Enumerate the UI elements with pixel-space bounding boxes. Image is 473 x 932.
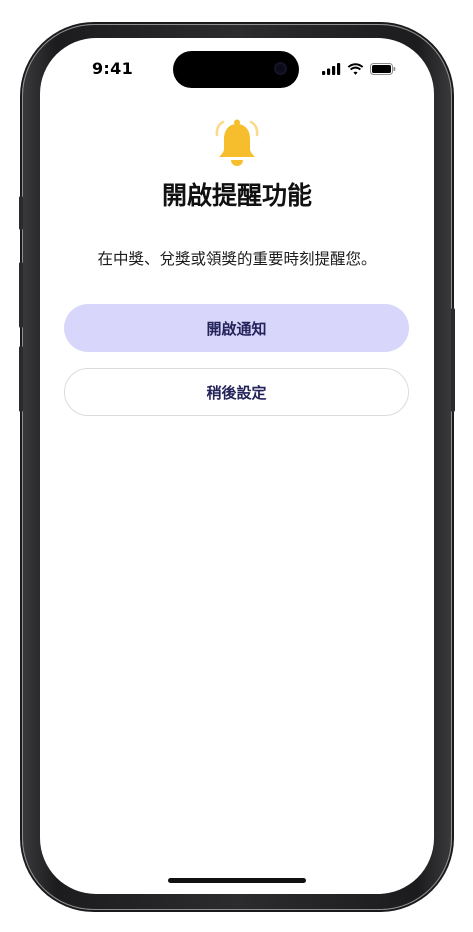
power-button [451,308,455,412]
enable-notifications-button[interactable]: 開啟通知 [64,304,409,352]
enable-notifications-label: 開啟通知 [206,319,267,338]
page-title: 開啟提醒功能 [161,181,312,210]
home-indicator[interactable] [168,878,306,883]
battery-icon [370,63,396,75]
set-later-label: 稍後設定 [206,383,267,402]
status-time: 9:41 [92,59,133,78]
screen: 9:41 開啟提醒功能 在中獎、兌獎或領獎的重要時刻提醒您。 開啟通知 稍後設定 [40,38,434,894]
cellular-signal-icon [322,63,341,75]
bell-ringing-icon [210,116,264,170]
front-camera [274,62,287,75]
description-text: 在中獎、兌獎或領獎的重要時刻提醒您。 [97,250,377,268]
dynamic-island [173,51,299,88]
status-bar: 9:41 [40,38,434,98]
set-later-button[interactable]: 稍後設定 [64,368,409,416]
wifi-icon [347,63,364,75]
status-icons [322,62,396,76]
action-button [19,196,23,230]
volume-down-button [19,346,23,412]
volume-up-button [19,262,23,328]
